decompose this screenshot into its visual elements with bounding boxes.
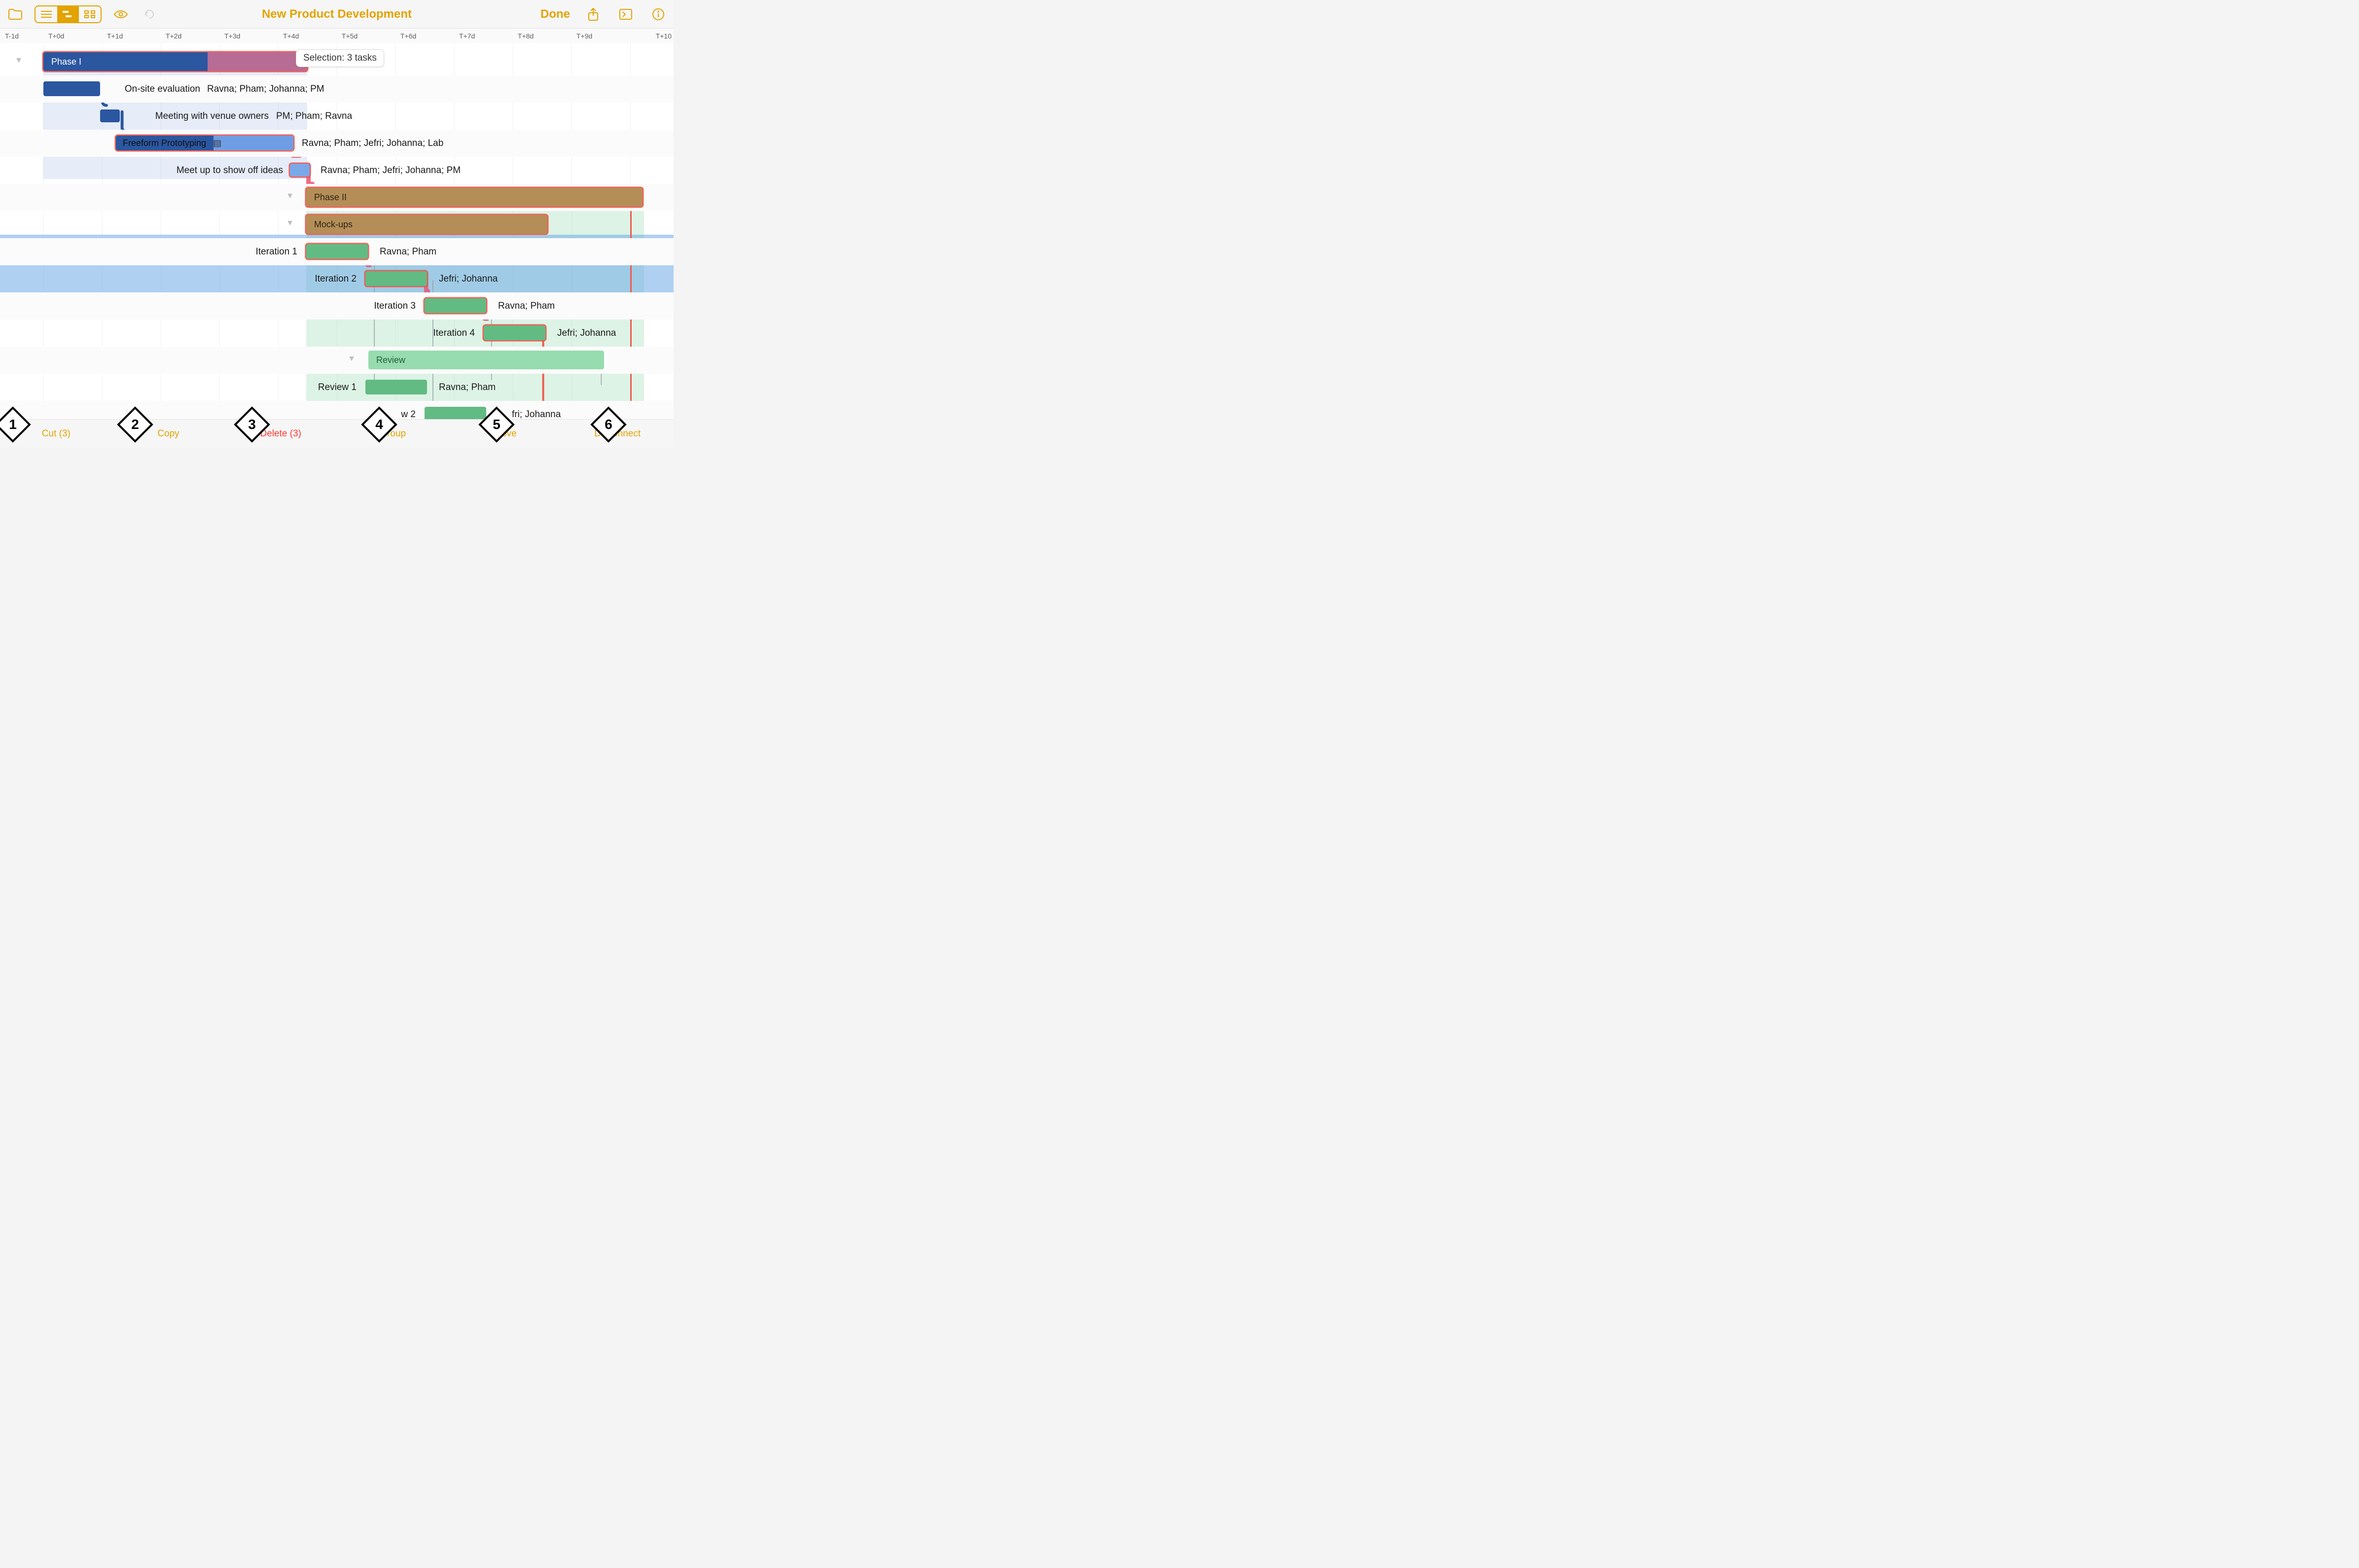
gantt-row[interactable]: Meet up to show off ideas Ravna; Pham; Je…: [0, 157, 674, 184]
undo-icon: [140, 5, 159, 24]
summary-bar[interactable]: Review: [368, 351, 604, 369]
gantt-canvas[interactable]: Phase I On-site evaluationRavna; Pham; Jo…: [0, 43, 674, 419]
disclosure-mockups[interactable]: ▼: [284, 217, 296, 230]
task-name-label: Iteration 1: [100, 238, 297, 265]
summary-bar[interactable]: Mock-ups: [306, 215, 547, 234]
action-delete-label: Delete (3): [260, 428, 301, 439]
gantt-row[interactable]: Mock-ups: [0, 211, 674, 238]
view-outline-icon[interactable]: [36, 6, 57, 22]
gantt-row[interactable]: Iteration 4 Jefri; Johanna: [0, 320, 674, 347]
eye-icon[interactable]: [111, 5, 130, 24]
task-bar[interactable]: [365, 380, 427, 394]
resource-label: Ravna; Pham: [439, 374, 496, 401]
action-group[interactable]: 4 Group: [337, 428, 449, 439]
gantt-row[interactable]: Review 1 Ravna; Pham: [0, 374, 674, 401]
resource-label: Jefri; Johanna: [557, 320, 616, 347]
top-toolbar: New Product Development Done: [0, 0, 674, 29]
task-bar[interactable]: [425, 407, 486, 419]
view-mode-segmented[interactable]: [35, 5, 102, 23]
timescale-tick: T+1d: [102, 29, 161, 43]
gantt-row[interactable]: Iteration 3 Ravna; Pham: [0, 292, 674, 320]
action-bar: 1 Cut (3) 2 Copy 3 Delete (3) 4 Group 5 …: [0, 419, 674, 448]
resource-label: Ravna; Pham; Jefri; Johanna; PM: [321, 157, 461, 184]
resource-label: Ravna; Pham; Jefri; Johanna; Lab: [302, 130, 443, 157]
task-bar[interactable]: Freeform Prototyping▤: [116, 136, 293, 150]
gantt-row[interactable]: Meeting with venue owners PM; Pham; Ravna: [0, 103, 674, 130]
gantt-row[interactable]: w 2fri; Johanna: [0, 401, 674, 419]
timescale-tick: T+4d: [278, 29, 337, 43]
timescale-tick: T+7d: [454, 29, 513, 43]
view-network-icon[interactable]: [79, 6, 101, 22]
documents-icon[interactable]: [6, 5, 25, 24]
task-name-label: Review 1: [159, 374, 357, 401]
task-bar[interactable]: [306, 244, 368, 259]
summary-bar[interactable]: Phase II: [306, 188, 643, 207]
action-cut[interactable]: 1 Cut (3): [0, 428, 112, 439]
done-button[interactable]: Done: [540, 7, 570, 21]
disclosure-phase1[interactable]: ▼: [12, 54, 25, 67]
action-disconnect[interactable]: 6 Disconnect: [561, 428, 674, 439]
summary-bar[interactable]: Phase I: [43, 52, 307, 71]
task-bar[interactable]: [484, 325, 545, 340]
resource-label: Ravna; Pham; Johanna; PM: [207, 75, 324, 103]
timescale-tick: T+0d: [43, 29, 102, 43]
gantt-row[interactable]: On-site evaluationRavna; Pham; Johanna; …: [0, 75, 674, 103]
task-name-label: Meeting with venue owners: [71, 103, 269, 130]
inspector-icon[interactable]: [616, 5, 635, 24]
timescale-tick: T+2d: [161, 29, 219, 43]
selection-tooltip: Selection: 3 tasks: [296, 49, 384, 67]
timescale-tick: T+6d: [395, 29, 454, 43]
action-move[interactable]: 5 Move: [449, 428, 562, 439]
gantt-row[interactable]: Review: [0, 347, 674, 374]
action-delete[interactable]: 3 Delete (3): [224, 428, 337, 439]
timescale-tick: T+8d: [513, 29, 572, 43]
info-icon[interactable]: [649, 5, 668, 24]
timescale-tick: T-1d: [0, 29, 43, 43]
task-bar[interactable]: [425, 298, 486, 313]
action-copy[interactable]: 2 Copy: [112, 428, 225, 439]
gantt-row[interactable]: Iteration 1 Ravna; Pham: [0, 238, 674, 265]
action-copy-label: Copy: [157, 428, 179, 439]
task-name-label: Iteration 2: [159, 265, 357, 292]
share-icon[interactable]: [584, 5, 603, 24]
task-name-label: Iteration 3: [218, 292, 416, 320]
task-name-label: Iteration 4: [278, 320, 475, 347]
timescale-tick: T+10: [630, 29, 674, 43]
task-bar[interactable]: [290, 164, 310, 177]
resource-label: PM; Pham; Ravna: [276, 103, 352, 130]
resource-label: Jefri; Johanna: [439, 265, 498, 292]
gantt-row[interactable]: Phase II: [0, 184, 674, 211]
gantt-row[interactable]: Iteration 2 Jefri; Johanna: [0, 265, 674, 292]
disclosure-phase2[interactable]: ▼: [284, 190, 296, 203]
timescale-tick: T+9d: [572, 29, 630, 43]
timescale-tick: T+3d: [219, 29, 278, 43]
task-name-label: On-site evaluation: [3, 75, 200, 103]
task-bar[interactable]: [365, 271, 427, 286]
resource-label: fri; Johanna: [512, 401, 561, 419]
view-gantt-icon[interactable]: [57, 6, 79, 22]
disclosure-review[interactable]: ▼: [345, 353, 358, 365]
task-name-label: Meet up to show off ideas: [86, 157, 283, 184]
timescale-tick: T+5d: [337, 29, 395, 43]
action-cut-label: Cut (3): [42, 428, 71, 439]
resource-label: Ravna; Pham: [380, 238, 436, 265]
resource-label: Ravna; Pham: [498, 292, 555, 320]
note-icon: ▤: [213, 138, 221, 148]
gantt-row[interactable]: Freeform Prototyping▤ Ravna; Pham; Jefri;…: [0, 130, 674, 157]
timescale: T-1d T+0d T+1d T+2d T+3d T+4d T+5d T+6d …: [0, 29, 674, 43]
